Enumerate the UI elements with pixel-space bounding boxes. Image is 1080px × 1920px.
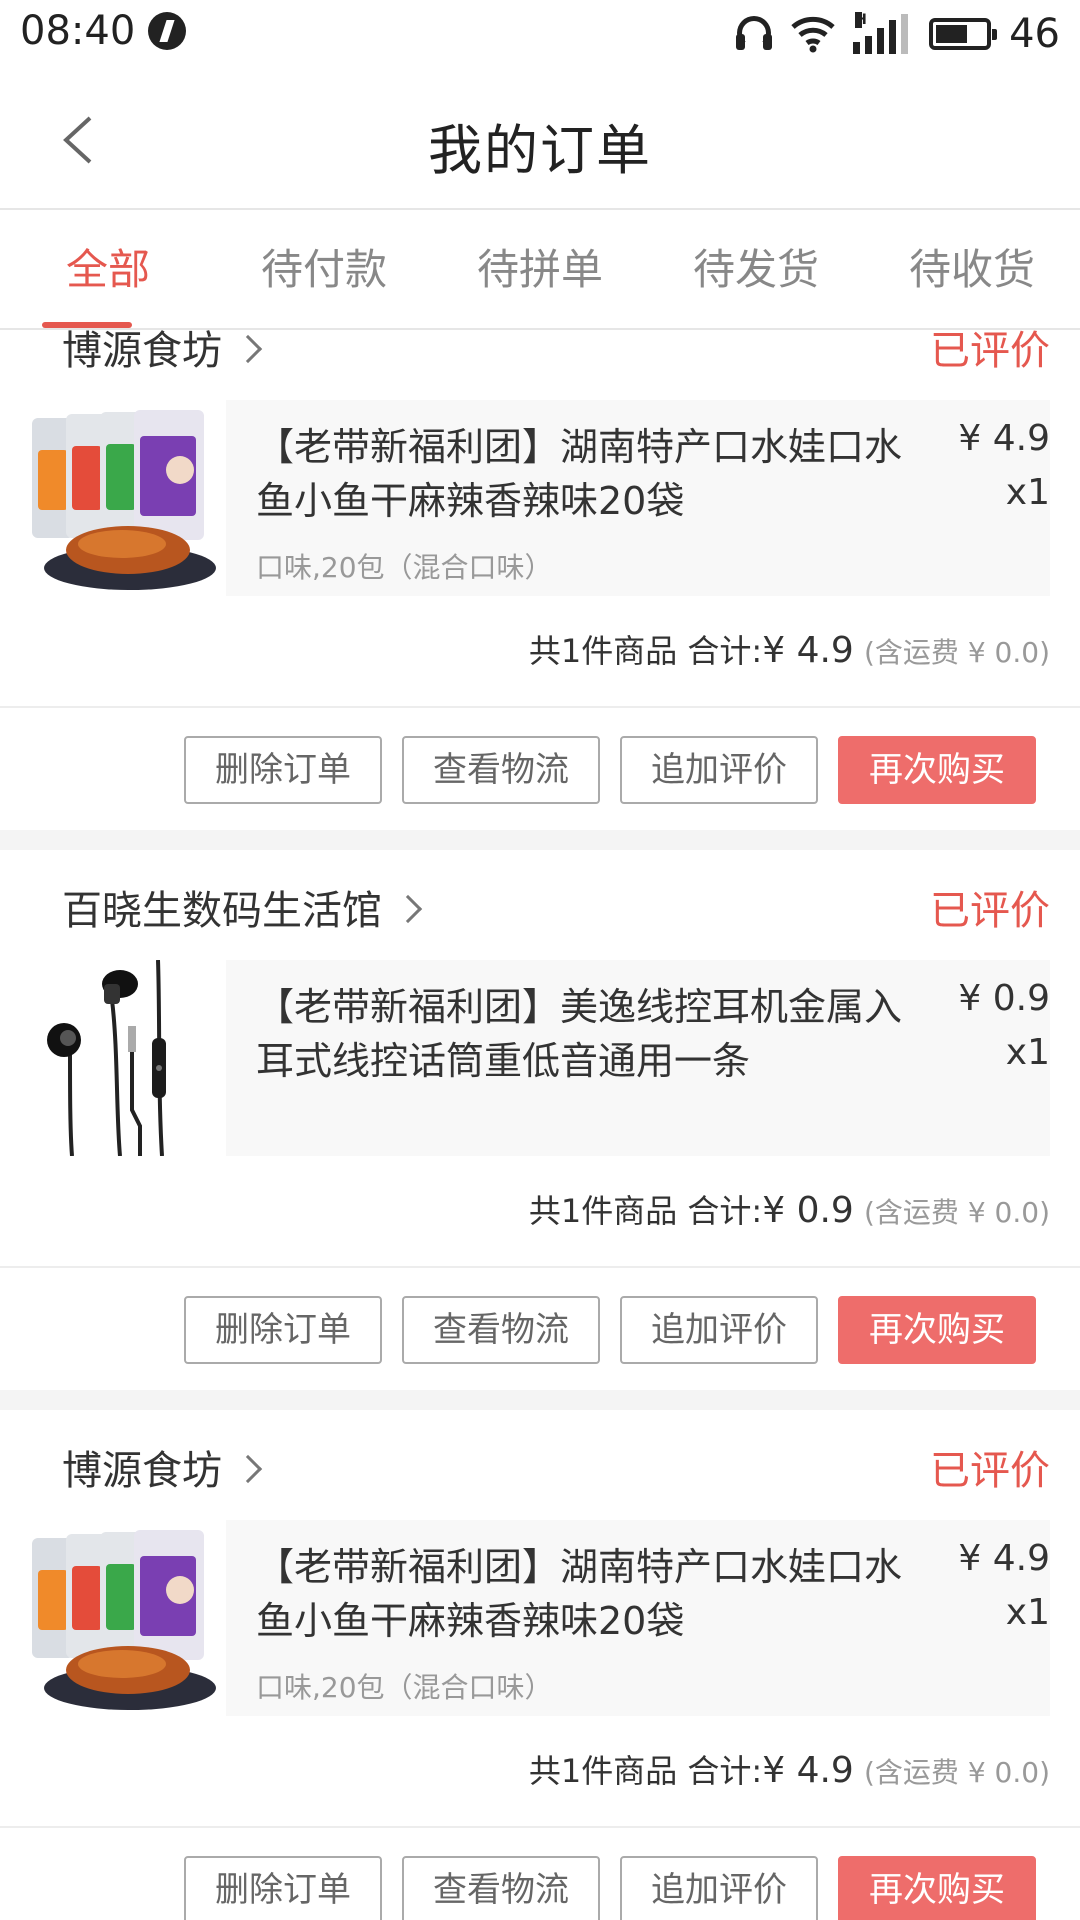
item-count: 共1件商品 <box>528 1752 678 1790</box>
chevron-right-icon <box>233 1454 263 1484</box>
product-price: ¥ 0.9 <box>958 978 1050 1019</box>
item-count: 共1件商品 <box>528 1192 678 1230</box>
order-card: 博源食坊 已评价 【老带新福利团】湖南特产口水娃口水鱼小鱼干麻辣香辣味20袋 口… <box>0 330 1080 830</box>
order-summary: 共1件商品 合计:¥ 4.9 (含运费 ¥ 0.0) <box>0 1716 1080 1828</box>
order-card: 百晓生数码生活馆 已评价 【老带新福利团】美逸线控耳机金属入耳式线控话筒重低音通… <box>0 830 1080 1390</box>
tab-pending-payment[interactable]: 待付款 <box>216 212 432 328</box>
product-title: 【老带新福利团】美逸线控耳机金属入耳式线控话筒重低音通用一条 <box>256 985 903 1083</box>
view-logistics-button[interactable]: 查看物流 <box>402 736 600 804</box>
shop-row[interactable]: 博源食坊 已评价 <box>0 1410 1080 1520</box>
total-label: 合计: <box>687 1192 763 1230</box>
order-summary: 共1件商品 合计:¥ 0.9 (含运费 ¥ 0.0) <box>0 1156 1080 1268</box>
add-review-button[interactable]: 追加评价 <box>620 1856 818 1920</box>
order-total: ¥ 0.9 <box>762 1190 854 1231</box>
chevron-right-icon <box>233 334 263 364</box>
product-row[interactable]: 【老带新福利团】美逸线控耳机金属入耳式线控话筒重低音通用一条 ¥ 0.9 x1 <box>0 960 1080 1156</box>
product-quantity: x1 <box>1005 1592 1050 1633</box>
shop-row[interactable]: 博源食坊 已评价 <box>0 330 1080 400</box>
total-label: 合计: <box>687 1752 763 1790</box>
network-type-label: H <box>855 12 867 28</box>
product-price: ¥ 4.9 <box>958 1538 1050 1579</box>
product-quantity: x1 <box>1005 1032 1050 1073</box>
shop-name[interactable]: 百晓生数码生活馆 <box>62 878 423 936</box>
order-list[interactable]: 博源食坊 已评价 【老带新福利团】湖南特产口水娃口水鱼小鱼干麻辣香辣味20袋 口… <box>0 330 1080 1920</box>
view-logistics-button[interactable]: 查看物流 <box>402 1856 600 1920</box>
shipping-fee: (含运费 ¥ 0.0) <box>864 1196 1050 1229</box>
product-spec: 口味,20包（混合口味） <box>256 1671 553 1704</box>
tab-all[interactable]: 全部 <box>0 212 216 328</box>
order-tabs: 全部 待付款 待拼单 待发货 待收货 <box>0 212 1080 330</box>
order-total: ¥ 4.9 <box>762 630 854 671</box>
status-bar: 08:40 H 46 <box>0 0 1080 70</box>
wifi-icon <box>791 16 835 53</box>
shipping-fee: (含运费 ¥ 0.0) <box>864 636 1050 669</box>
order-actions: 删除订单 查看物流 追加评价 再次购买 <box>0 1268 1080 1390</box>
page-header: 我的订单 <box>0 70 1080 210</box>
add-review-button[interactable]: 追加评价 <box>620 736 818 804</box>
shop-name[interactable]: 博源食坊 <box>62 1438 263 1496</box>
item-count: 共1件商品 <box>528 632 678 670</box>
buy-again-button[interactable]: 再次购买 <box>838 1856 1036 1920</box>
tab-pending-shipment[interactable]: 待发货 <box>648 212 864 328</box>
signal-icon: H <box>853 12 911 54</box>
notification-icon <box>148 12 186 50</box>
order-status: 已评价 <box>930 888 1050 934</box>
order-actions: 删除订单 查看物流 追加评价 再次购买 <box>0 1828 1080 1920</box>
delete-order-button[interactable]: 删除订单 <box>184 736 382 804</box>
product-row[interactable]: 【老带新福利团】湖南特产口水娃口水鱼小鱼干麻辣香辣味20袋 口味,20包（混合口… <box>0 400 1080 596</box>
order-summary: 共1件商品 合计:¥ 4.9 (含运费 ¥ 0.0) <box>0 596 1080 708</box>
tab-pending-receipt[interactable]: 待收货 <box>864 212 1080 328</box>
product-info[interactable]: 【老带新福利团】湖南特产口水娃口水鱼小鱼干麻辣香辣味20袋 口味,20包（混合口… <box>226 400 1050 596</box>
page-title: 我的订单 <box>428 119 652 182</box>
product-thumbnail-earphones[interactable] <box>30 960 220 1156</box>
status-icons: H 46 <box>735 8 1060 60</box>
view-logistics-button[interactable]: 查看物流 <box>402 1296 600 1364</box>
chevron-right-icon <box>393 894 423 924</box>
product-row[interactable]: 【老带新福利团】湖南特产口水娃口水鱼小鱼干麻辣香辣味20袋 口味,20包（混合口… <box>0 1520 1080 1716</box>
product-price: ¥ 4.9 <box>958 418 1050 459</box>
order-actions: 删除订单 查看物流 追加评价 再次购买 <box>0 708 1080 830</box>
delete-order-button[interactable]: 删除订单 <box>184 1296 382 1364</box>
shop-name[interactable]: 博源食坊 <box>62 330 263 376</box>
order-status: 已评价 <box>930 330 1050 374</box>
product-title: 【老带新福利团】湖南特产口水娃口水鱼小鱼干麻辣香辣味20袋 <box>256 425 903 523</box>
order-status: 已评价 <box>930 1448 1050 1494</box>
buy-again-button[interactable]: 再次购买 <box>838 736 1036 804</box>
product-title: 【老带新福利团】湖南特产口水娃口水鱼小鱼干麻辣香辣味20袋 <box>256 1545 903 1643</box>
battery-level: 46 <box>1009 11 1060 57</box>
order-total: ¥ 4.9 <box>762 1750 854 1791</box>
product-thumbnail-snack[interactable] <box>30 400 220 596</box>
delete-order-button[interactable]: 删除订单 <box>184 1856 382 1920</box>
headset-icon <box>735 14 773 54</box>
product-quantity: x1 <box>1005 472 1050 513</box>
product-info[interactable]: 【老带新福利团】美逸线控耳机金属入耳式线控话筒重低音通用一条 ¥ 0.9 x1 <box>226 960 1050 1156</box>
battery-icon <box>929 18 998 50</box>
total-label: 合计: <box>687 632 763 670</box>
product-thumbnail-snack[interactable] <box>30 1520 220 1716</box>
product-info[interactable]: 【老带新福利团】湖南特产口水娃口水鱼小鱼干麻辣香辣味20袋 口味,20包（混合口… <box>226 1520 1050 1716</box>
status-time: 08:40 <box>20 8 136 54</box>
shop-row[interactable]: 百晓生数码生活馆 已评价 <box>0 850 1080 960</box>
tab-pending-group[interactable]: 待拼单 <box>432 212 648 328</box>
add-review-button[interactable]: 追加评价 <box>620 1296 818 1364</box>
buy-again-button[interactable]: 再次购买 <box>838 1296 1036 1364</box>
product-spec: 口味,20包（混合口味） <box>256 551 553 584</box>
order-card: 博源食坊 已评价 【老带新福利团】湖南特产口水娃口水鱼小鱼干麻辣香辣味20袋 口… <box>0 1390 1080 1920</box>
shipping-fee: (含运费 ¥ 0.0) <box>864 1756 1050 1789</box>
